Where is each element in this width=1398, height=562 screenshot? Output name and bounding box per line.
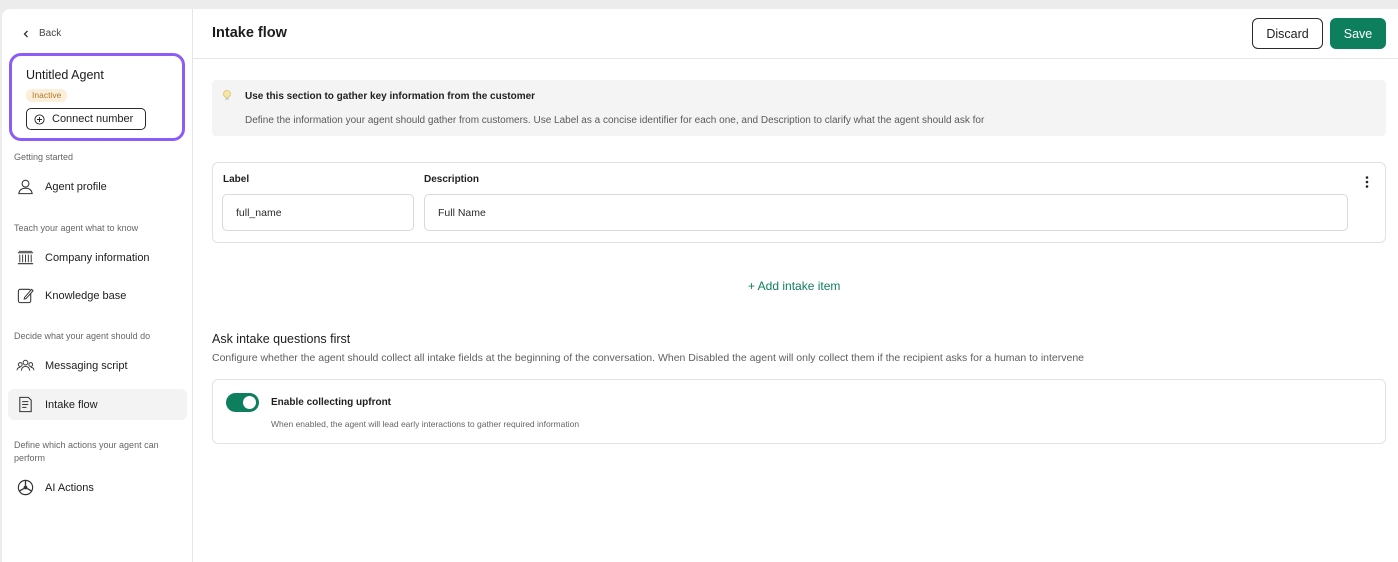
header: Intake flow Discard Save — [193, 9, 1398, 59]
ask-first-title: Ask intake questions first — [212, 332, 351, 346]
sidebar-item-label: Messaging script — [45, 359, 128, 372]
toggle-knob — [243, 396, 256, 409]
sidebar-item-company-information[interactable]: Company information — [8, 242, 187, 273]
connect-number-label: Connect number — [52, 113, 134, 125]
toggle-description: When enabled, the agent will lead early … — [271, 419, 580, 429]
section-heading-define-actions: Define which actions your agent can perf… — [14, 440, 159, 463]
sidebar-item-label: Knowledge base — [45, 289, 127, 302]
description-input[interactable]: Full Name — [424, 194, 1348, 231]
lightbulb-icon — [223, 90, 231, 100]
document-icon — [19, 396, 32, 413]
info-title: Use this section to gather key informati… — [245, 91, 536, 102]
user-icon — [18, 179, 33, 195]
actions-icon — [17, 479, 34, 496]
sidebar-item-label: AI Actions — [45, 481, 94, 494]
sidebar: Back Untitled Agent Inactive Connect num… — [2, 9, 193, 562]
label-column-header: Label — [223, 174, 250, 185]
section-heading-teach: Teach your agent what to know — [14, 223, 139, 233]
status-badge: Inactive — [26, 89, 68, 102]
sidebar-item-messaging-script[interactable]: Messaging script — [8, 350, 187, 381]
edit-icon — [17, 288, 34, 304]
chevron-left-icon — [23, 30, 28, 37]
label-input[interactable]: full_name — [222, 194, 414, 231]
save-button[interactable]: Save — [1330, 18, 1386, 49]
more-options-icon[interactable] — [1362, 175, 1372, 189]
description-column-header: Description — [424, 174, 480, 185]
back-button[interactable]: Back — [22, 28, 61, 39]
info-banner: Use this section to gather key informati… — [212, 80, 1386, 136]
main-content: Intake flow Discard Save Use this sectio… — [193, 9, 1398, 562]
sidebar-item-agent-profile[interactable]: Agent profile — [8, 171, 187, 202]
section-heading-decide: Decide what your agent should do — [14, 331, 151, 341]
sidebar-item-label: Agent profile — [45, 180, 107, 193]
plus-circle-icon — [34, 113, 45, 125]
collect-upfront-toggle[interactable] — [226, 393, 259, 412]
sidebar-item-intake-flow[interactable]: Intake flow — [8, 389, 187, 420]
sidebar-item-knowledge-base[interactable]: Knowledge base — [8, 280, 187, 311]
connect-number-button[interactable]: Connect number — [26, 108, 146, 130]
sidebar-item-label: Company information — [45, 251, 150, 264]
info-description: Define the information your agent should… — [245, 115, 985, 126]
sidebar-item-label: Intake flow — [45, 398, 98, 411]
agent-name: Untitled Agent — [26, 68, 104, 82]
section-heading-getting-started: Getting started — [14, 152, 74, 162]
collect-upfront-card: Enable collecting upfront When enabled, … — [212, 379, 1386, 444]
app-window: Back Untitled Agent Inactive Connect num… — [2, 9, 1398, 562]
discard-button[interactable]: Discard — [1252, 18, 1323, 49]
building-icon — [17, 250, 34, 265]
intake-item-card: Label Description full_name Full Name — [212, 162, 1386, 243]
users-icon — [16, 359, 35, 371]
add-intake-item-button[interactable]: + Add intake item — [748, 279, 840, 293]
back-label: Back — [39, 28, 62, 39]
toggle-title: Enable collecting upfront — [271, 397, 392, 408]
ask-first-description: Configure whether the agent should colle… — [212, 352, 1085, 364]
agent-card: Untitled Agent Inactive Connect number — [9, 53, 185, 141]
sidebar-item-ai-actions[interactable]: AI Actions — [8, 472, 187, 503]
page-title: Intake flow — [212, 25, 287, 41]
